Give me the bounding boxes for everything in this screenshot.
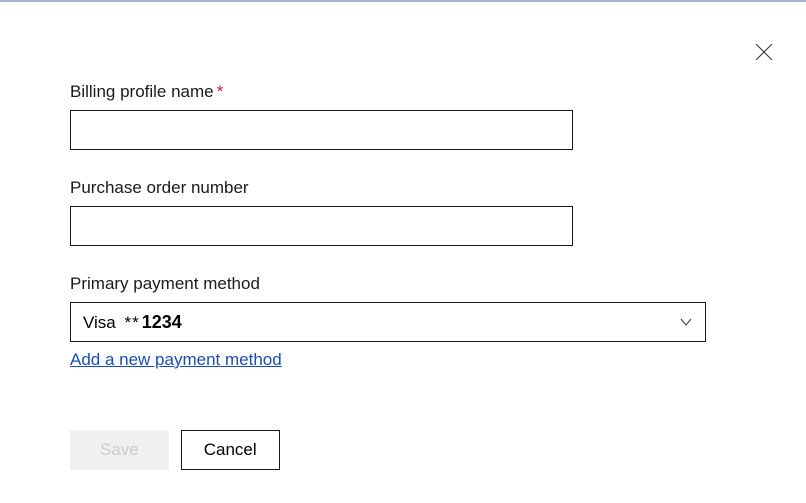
label-text: Billing profile name (70, 82, 214, 101)
payment-method-selected: Visa ** 1234 (83, 312, 182, 333)
card-brand: Visa (83, 313, 116, 333)
billing-profile-name-input[interactable] (70, 110, 573, 150)
billing-profile-name-field: Billing profile name* (70, 82, 736, 150)
cancel-button[interactable]: Cancel (181, 430, 280, 470)
billing-profile-form: Billing profile name* Purchase order num… (0, 2, 806, 470)
payment-method-label: Primary payment method (70, 274, 736, 294)
purchase-order-field: Purchase order number (70, 178, 736, 246)
payment-method-field: Primary payment method Visa ** 1234 Add … (70, 274, 736, 370)
payment-method-dropdown[interactable]: Visa ** 1234 (70, 302, 706, 342)
save-button[interactable]: Save (70, 430, 169, 470)
purchase-order-input[interactable] (70, 206, 573, 246)
card-mask: ** (125, 313, 140, 333)
button-row: Save Cancel (70, 430, 736, 470)
close-button[interactable] (752, 40, 776, 64)
close-icon (754, 42, 774, 62)
add-payment-method-link[interactable]: Add a new payment method (70, 350, 282, 370)
required-indicator: * (217, 82, 224, 101)
card-last4: 1234 (142, 312, 182, 333)
chevron-down-icon (679, 315, 693, 329)
billing-profile-name-label: Billing profile name* (70, 82, 736, 102)
purchase-order-label: Purchase order number (70, 178, 736, 198)
